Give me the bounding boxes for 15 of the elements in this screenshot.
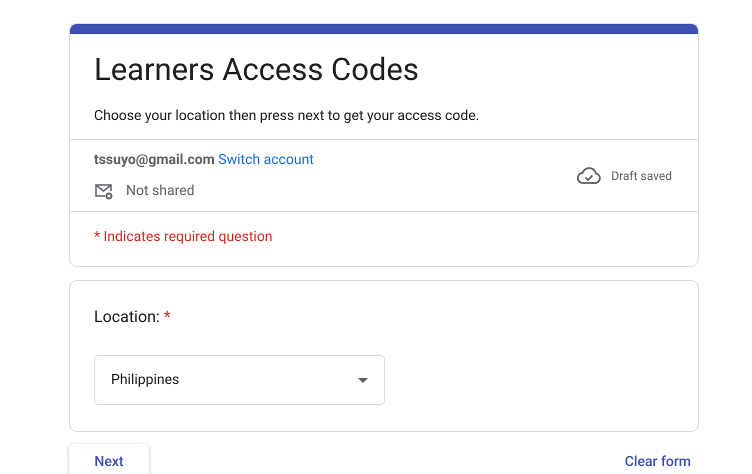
sharing-status: Not shared [126, 182, 195, 200]
form-title: Learners Access Codes [94, 50, 420, 90]
dropdown-caret-icon [358, 378, 368, 382]
required-note: * Indicates required question [94, 229, 273, 245]
location-dropdown[interactable]: Philippines [94, 355, 385, 405]
next-button[interactable]: Next [69, 444, 149, 474]
required-mark: * [164, 307, 171, 326]
draft-status: Draft saved [611, 168, 672, 184]
mail-blocked-icon [94, 182, 114, 200]
switch-account-link[interactable]: Switch account [218, 152, 314, 168]
clear-form-button[interactable]: Clear form [616, 444, 699, 474]
account-email: tssuyo@gmail.com [94, 152, 215, 168]
question-label: Location: [94, 307, 160, 326]
form-description: Choose your location then press next to get your access code. [94, 107, 480, 126]
cloud-check-icon [577, 166, 602, 184]
